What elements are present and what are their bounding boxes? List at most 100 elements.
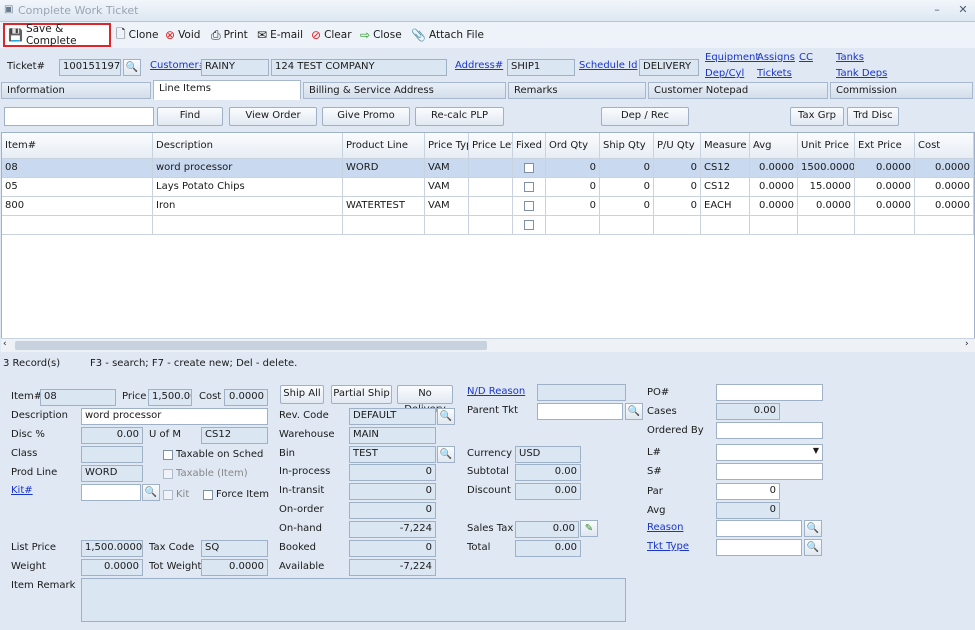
tkt-type-link[interactable]: Tkt Type	[647, 541, 689, 552]
fixed-checkbox[interactable]	[524, 182, 534, 192]
find-button[interactable]: Find	[157, 107, 223, 126]
grid-cell[interactable]: VAM	[425, 159, 469, 178]
dep-rec-button[interactable]: Dep / Rec	[601, 107, 689, 126]
tanks-link[interactable]: Tanks	[836, 52, 864, 63]
grid-cell[interactable]: CS12	[701, 159, 750, 178]
grid-cell[interactable]: 0.0000	[915, 197, 974, 216]
clear-button[interactable]: ⊘ Clear	[308, 25, 355, 45]
close-button[interactable]: ⇨ Close	[357, 25, 405, 45]
email-button[interactable]: ✉ E-mail	[254, 25, 306, 45]
po-field[interactable]	[716, 384, 823, 401]
l-select[interactable]: ▼	[716, 444, 823, 461]
tkt-type-field[interactable]	[716, 539, 802, 556]
fixed-checkbox[interactable]	[524, 220, 534, 230]
address-link[interactable]: Address#	[455, 60, 503, 71]
column-header[interactable]: Ext Price	[855, 133, 915, 159]
new-row-cell[interactable]	[750, 216, 798, 235]
grid-cell[interactable]: 800	[2, 197, 153, 216]
column-header[interactable]: Price Type	[425, 133, 469, 159]
print-button[interactable]: ⎙ Print	[208, 25, 251, 45]
new-row-cell[interactable]	[425, 216, 469, 235]
new-row-cell[interactable]	[2, 216, 153, 235]
customer-code-field[interactable]: RAINY	[201, 59, 269, 76]
new-row-cell[interactable]	[546, 216, 600, 235]
parent-tkt-field[interactable]	[537, 403, 623, 420]
column-header[interactable]: Fixed	[513, 133, 546, 159]
void-button[interactable]: ⊗ Void	[162, 25, 203, 45]
grid-cell[interactable]: Lays Potato Chips	[153, 178, 343, 197]
give-promo-button[interactable]: Give Promo	[322, 107, 410, 126]
grid-cell[interactable]: 05	[2, 178, 153, 197]
ordered-by-field[interactable]	[716, 422, 823, 439]
new-row-cell[interactable]	[513, 216, 546, 235]
grid-cell[interactable]: 0.0000	[750, 159, 798, 178]
rev-code-search-button[interactable]: 🔍	[437, 408, 455, 425]
customer-link[interactable]: Customer#	[150, 60, 207, 71]
taxable-on-sched-checkbox[interactable]: Taxable on Sched	[163, 449, 263, 460]
tab-billing-service-address[interactable]: Billing & Service Address	[303, 82, 506, 99]
column-header[interactable]: Measure	[701, 133, 750, 159]
save-complete-button[interactable]: 💾 Save & Complete	[3, 23, 111, 47]
new-row-cell[interactable]	[343, 216, 425, 235]
price-field[interactable]: 1,500.00	[148, 389, 192, 406]
grid-cell[interactable]: 0	[654, 178, 701, 197]
kit-search-button[interactable]: 🔍	[142, 484, 160, 501]
par-field[interactable]: 0	[716, 483, 780, 500]
tab-commission[interactable]: Commission	[830, 82, 973, 99]
fixed-checkbox[interactable]	[524, 201, 534, 211]
tab-line-items[interactable]: Line Items	[153, 80, 301, 100]
scroll-right-icon[interactable]: ›	[965, 339, 969, 349]
grid-cell[interactable]: 0	[546, 197, 600, 216]
nd-reason-link[interactable]: N/D Reason	[467, 386, 525, 397]
description-field[interactable]: word processor	[81, 408, 268, 425]
grid-cell[interactable]: 0.0000	[855, 197, 915, 216]
grid-cell[interactable]: VAM	[425, 178, 469, 197]
address-field[interactable]: SHIP1	[507, 59, 575, 76]
grid-cell[interactable]: 0.0000	[855, 178, 915, 197]
grid-cell[interactable]	[469, 197, 513, 216]
attach-file-button[interactable]: 📎 Attach File	[408, 25, 487, 45]
trd-disc-button[interactable]: Trd Disc	[847, 107, 899, 126]
column-header[interactable]: Product Line	[343, 133, 425, 159]
schedule-id-field[interactable]: DELIVERY	[639, 59, 699, 76]
bin-field[interactable]: TEST	[349, 446, 436, 463]
grid-cell[interactable]: 0.0000	[855, 159, 915, 178]
tkt-type-search-button[interactable]: 🔍	[804, 539, 822, 556]
grid-cell[interactable]: 08	[2, 159, 153, 178]
column-header[interactable]: P/U Qty	[654, 133, 701, 159]
fixed-checkbox[interactable]	[524, 163, 534, 173]
grid-cell[interactable]: 0	[546, 159, 600, 178]
grid-cell[interactable]	[469, 159, 513, 178]
cc-link[interactable]: CC	[799, 52, 813, 63]
horizontal-scrollbar[interactable]: ‹ ›	[1, 338, 975, 352]
equipment-link[interactable]: Equipment	[705, 52, 759, 63]
new-row-cell[interactable]	[153, 216, 343, 235]
close-window-icon[interactable]: ✕	[956, 3, 970, 17]
kit-link[interactable]: Kit#	[11, 485, 33, 496]
new-row-cell[interactable]	[654, 216, 701, 235]
minimize-icon[interactable]: –	[930, 3, 944, 17]
column-header[interactable]: Ord Qty	[546, 133, 600, 159]
ticket-search-button[interactable]: 🔍	[123, 59, 141, 76]
grid-cell[interactable]: 0	[600, 197, 654, 216]
grid-cell[interactable]: 0.0000	[750, 178, 798, 197]
grid-cell[interactable]	[343, 178, 425, 197]
grid-cell[interactable]	[469, 178, 513, 197]
tab-remarks[interactable]: Remarks	[508, 82, 646, 99]
grid-cell[interactable]: 0.0000	[798, 197, 855, 216]
assigns-link[interactable]: Assigns	[757, 52, 795, 63]
scrollbar-thumb[interactable]	[15, 341, 487, 350]
grid-cell[interactable]: 0	[600, 159, 654, 178]
column-header[interactable]: Unit Price	[798, 133, 855, 159]
reason-field[interactable]	[716, 520, 802, 537]
column-header[interactable]: Avg	[750, 133, 798, 159]
ticket-field[interactable]: 1001511977	[59, 59, 121, 76]
item-field[interactable]: 08	[40, 389, 116, 406]
kit-field[interactable]	[81, 484, 141, 501]
grid-cell[interactable]: VAM	[425, 197, 469, 216]
grid-cell[interactable]: WORD	[343, 159, 425, 178]
new-row-cell[interactable]	[855, 216, 915, 235]
grid-cell[interactable]	[513, 178, 546, 197]
parent-tkt-search-button[interactable]: 🔍	[625, 403, 643, 420]
find-input[interactable]	[4, 107, 154, 126]
